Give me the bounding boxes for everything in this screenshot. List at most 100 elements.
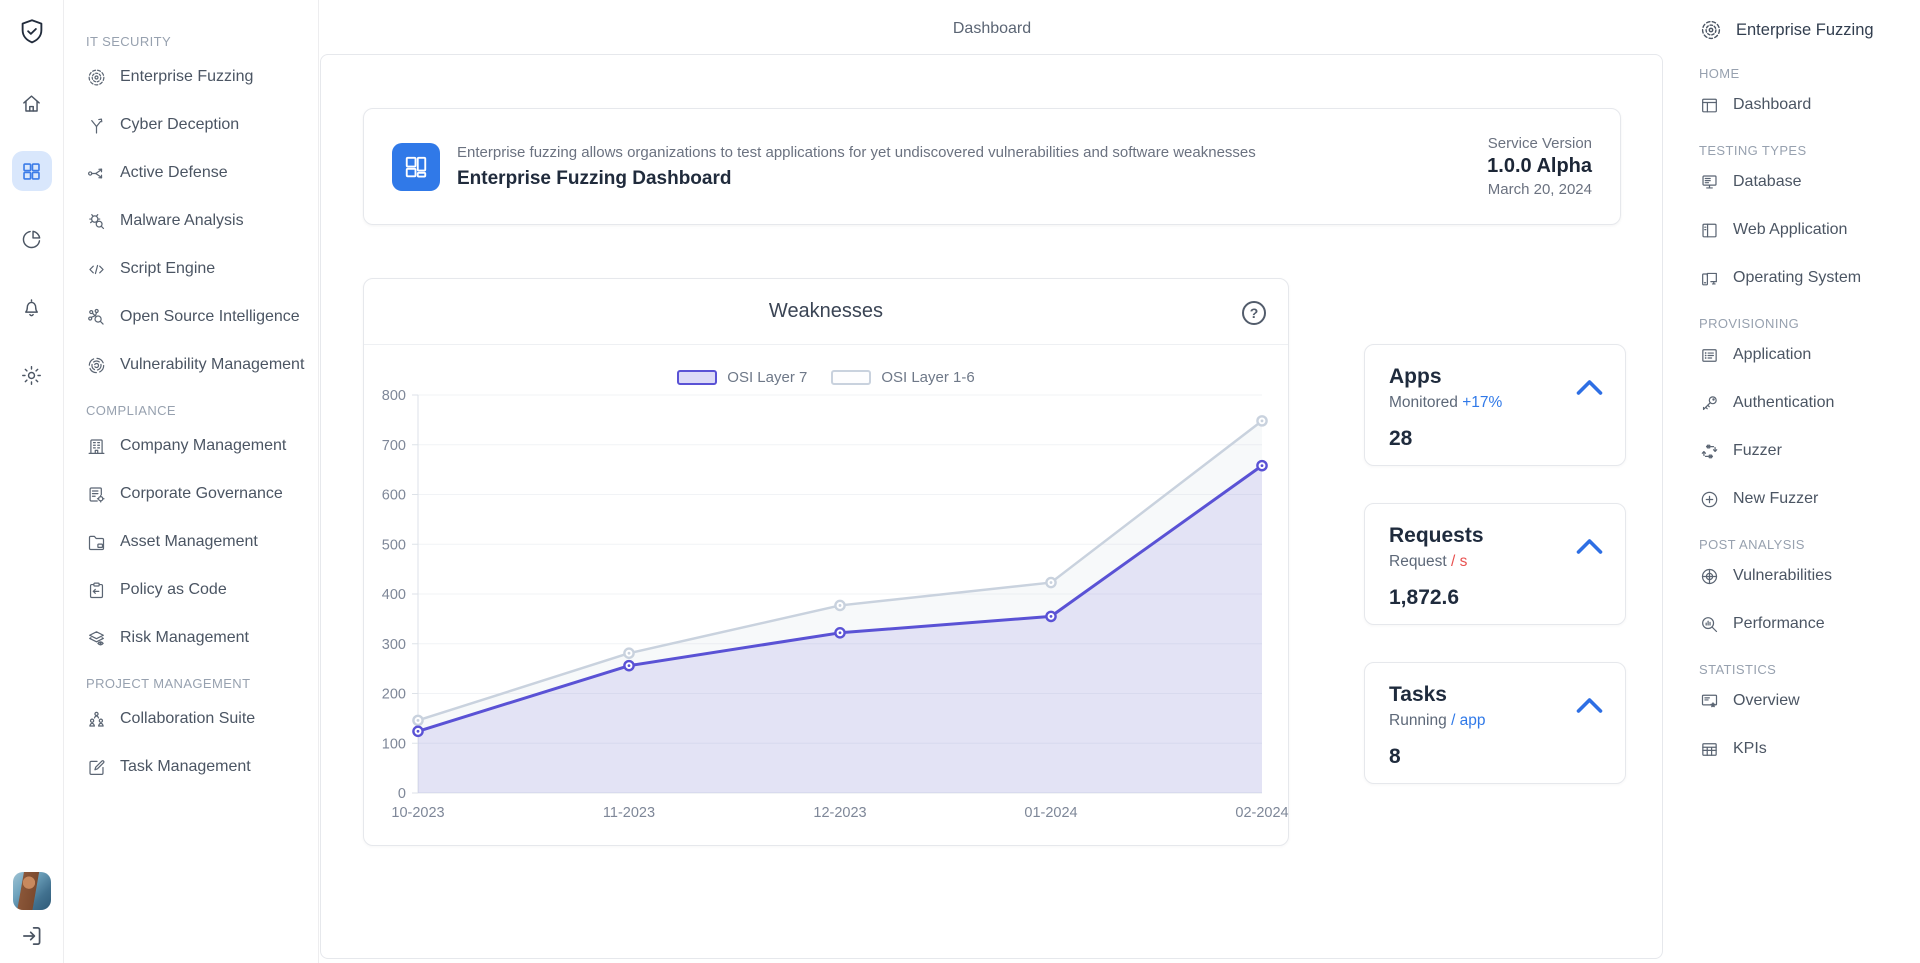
sidebar-item-corporate-governance[interactable]: Corporate Governance — [86, 470, 308, 518]
rightnav-item-label: Dashboard — [1733, 96, 1811, 114]
sidebar-item-label: Task Management — [120, 758, 251, 776]
sidebar-item-label: Corporate Governance — [120, 485, 283, 503]
sidebar-item-risk-management[interactable]: Risk Management — [86, 614, 308, 662]
requests-card: Requests Request / s 1,872.6 — [1364, 503, 1626, 625]
stat-subtitle-accent: / s — [1451, 553, 1467, 570]
table-icon — [1699, 739, 1720, 760]
question-mark-icon[interactable]: ? — [1242, 301, 1266, 325]
logout-icon — [19, 923, 45, 949]
rightnav-item-fuzzer[interactable]: Fuzzer — [1699, 427, 1912, 475]
sidebar-item-label: Malware Analysis — [120, 212, 244, 230]
rail-settings-button[interactable] — [12, 355, 52, 395]
content-panel: Enterprise fuzzing allows organizations … — [320, 54, 1663, 959]
sidebar-item-company-management[interactable]: Company Management — [86, 422, 308, 470]
rightnav-item-label: Database — [1733, 173, 1802, 191]
svg-text:500: 500 — [382, 537, 406, 553]
rightnav-item-label: Performance — [1733, 615, 1825, 633]
icon-rail — [0, 0, 64, 963]
sidebar-item-label: Policy as Code — [120, 581, 227, 599]
app-logo[interactable] — [12, 12, 52, 52]
legend-item-osi-layer-7[interactable]: OSI Layer 7 — [677, 369, 807, 386]
sidebar-item-script-engine[interactable]: Script Engine — [86, 245, 308, 293]
section-title: STATISTICS — [1699, 662, 1912, 677]
right-sidebar-title: Enterprise Fuzzing — [1736, 21, 1874, 40]
rightnav-item-dashboard[interactable]: Dashboard — [1699, 81, 1912, 129]
rightnav-item-web-application[interactable]: Web Application — [1699, 206, 1912, 254]
sidebar-item-label: Script Engine — [120, 260, 215, 278]
right-sidebar: Enterprise Fuzzing HOME Dashboard TESTIN… — [1665, 0, 1920, 963]
section-home: HOME Dashboard — [1699, 66, 1912, 129]
collapse-requests-button[interactable] — [1576, 538, 1603, 558]
stat-subtitle: Monitored +17% — [1389, 394, 1603, 412]
banner-text: Enterprise fuzzing allows organizations … — [457, 144, 1487, 190]
rightnav-item-label: New Fuzzer — [1733, 490, 1818, 508]
section-statistics: STATISTICS Overview KPIs — [1699, 662, 1912, 773]
sidebar-item-label: Open Source Intelligence — [120, 308, 300, 326]
section-testing-types: TESTING TYPES Database Web Application — [1699, 143, 1912, 302]
gear-icon — [20, 364, 43, 387]
dashboard-row: Weaknesses ? OSI Layer 7 OSI Layer 1-6 — [363, 278, 1662, 846]
collapse-apps-button[interactable] — [1576, 379, 1603, 399]
rightnav-item-kpis[interactable]: KPIs — [1699, 725, 1912, 773]
section-compliance: COMPLIANCE Company Management Corporate … — [86, 403, 308, 662]
chart-title: Weaknesses — [769, 300, 883, 323]
left-sidebar: IT SECURITY Enterprise Fuzzing Cyber Dec… — [64, 0, 319, 963]
sidebar-item-enterprise-fuzzing[interactable]: Enterprise Fuzzing — [86, 53, 308, 101]
home-icon — [20, 92, 43, 115]
sidebar-item-label: Company Management — [120, 437, 286, 455]
section-title: POST ANALYSIS — [1699, 537, 1912, 552]
clipboard-arrow-icon — [86, 580, 107, 601]
legend-item-osi-layer-1-6[interactable]: OSI Layer 1-6 — [831, 369, 974, 386]
magnifier-chart-icon — [1699, 614, 1720, 635]
sidebar-item-malware-analysis[interactable]: Malware Analysis — [86, 197, 308, 245]
target-icon — [86, 67, 107, 88]
rightnav-item-application[interactable]: Application — [1699, 331, 1912, 379]
rightnav-item-label: Application — [1733, 346, 1811, 364]
stat-subtitle-text: Running — [1389, 712, 1447, 729]
rightnav-item-label: Vulnerabilities — [1733, 567, 1832, 585]
section-title: TESTING TYPES — [1699, 143, 1912, 158]
legend-label: OSI Layer 7 — [727, 369, 807, 386]
sidebar-item-task-management[interactable]: Task Management — [86, 743, 308, 791]
branch-icon — [86, 115, 107, 136]
code-icon — [86, 259, 107, 280]
logout-button[interactable] — [19, 923, 45, 952]
sidebar-item-open-source-intelligence[interactable]: Open Source Intelligence — [86, 293, 308, 341]
stat-subtitle-text: Monitored — [1389, 394, 1458, 411]
svg-text:02-2024: 02-2024 — [1235, 805, 1288, 821]
rightnav-item-overview[interactable]: Overview — [1699, 677, 1912, 725]
sidebar-item-policy-as-code[interactable]: Policy as Code — [86, 566, 308, 614]
sidebar-item-label: Cyber Deception — [120, 116, 239, 134]
rightnav-item-performance[interactable]: Performance — [1699, 600, 1912, 648]
page-title: Dashboard — [953, 20, 1031, 38]
server-icon — [1699, 172, 1720, 193]
rightnav-item-database[interactable]: Database — [1699, 158, 1912, 206]
rail-dashboard-button[interactable] — [12, 151, 52, 191]
rightnav-item-label: Authentication — [1733, 394, 1834, 412]
svg-text:12-2023: 12-2023 — [813, 805, 866, 821]
sidebar-item-label: Enterprise Fuzzing — [120, 68, 253, 86]
rail-notifications-button[interactable] — [12, 287, 52, 327]
svg-text:800: 800 — [382, 388, 406, 404]
rail-reports-button[interactable] — [12, 219, 52, 259]
sidebar-item-cyber-deception[interactable]: Cyber Deception — [86, 101, 308, 149]
sidebar-item-asset-management[interactable]: Asset Management — [86, 518, 308, 566]
layers-eye-icon — [86, 628, 107, 649]
plus-circle-icon — [1699, 489, 1720, 510]
rightnav-item-label: Web Application — [1733, 221, 1847, 239]
folder-icon — [86, 532, 107, 553]
sidebar-item-vulnerability-management[interactable]: Vulnerability Management — [86, 341, 308, 389]
right-sidebar-header: Enterprise Fuzzing — [1699, 18, 1912, 42]
rightnav-item-operating-system[interactable]: Operating System — [1699, 254, 1912, 302]
chart-header: Weaknesses ? — [364, 279, 1288, 345]
rail-home-button[interactable] — [12, 83, 52, 123]
section-provisioning: PROVISIONING Application Authentication — [1699, 316, 1912, 523]
collapse-tasks-button[interactable] — [1576, 697, 1603, 717]
user-avatar[interactable] — [13, 872, 51, 910]
circuit-arrows-icon — [86, 163, 107, 184]
rightnav-item-new-fuzzer[interactable]: New Fuzzer — [1699, 475, 1912, 523]
rightnav-item-vulnerabilities[interactable]: Vulnerabilities — [1699, 552, 1912, 600]
sidebar-item-collaboration-suite[interactable]: Collaboration Suite — [86, 695, 308, 743]
rightnav-item-authentication[interactable]: Authentication — [1699, 379, 1912, 427]
sidebar-item-active-defense[interactable]: Active Defense — [86, 149, 308, 197]
